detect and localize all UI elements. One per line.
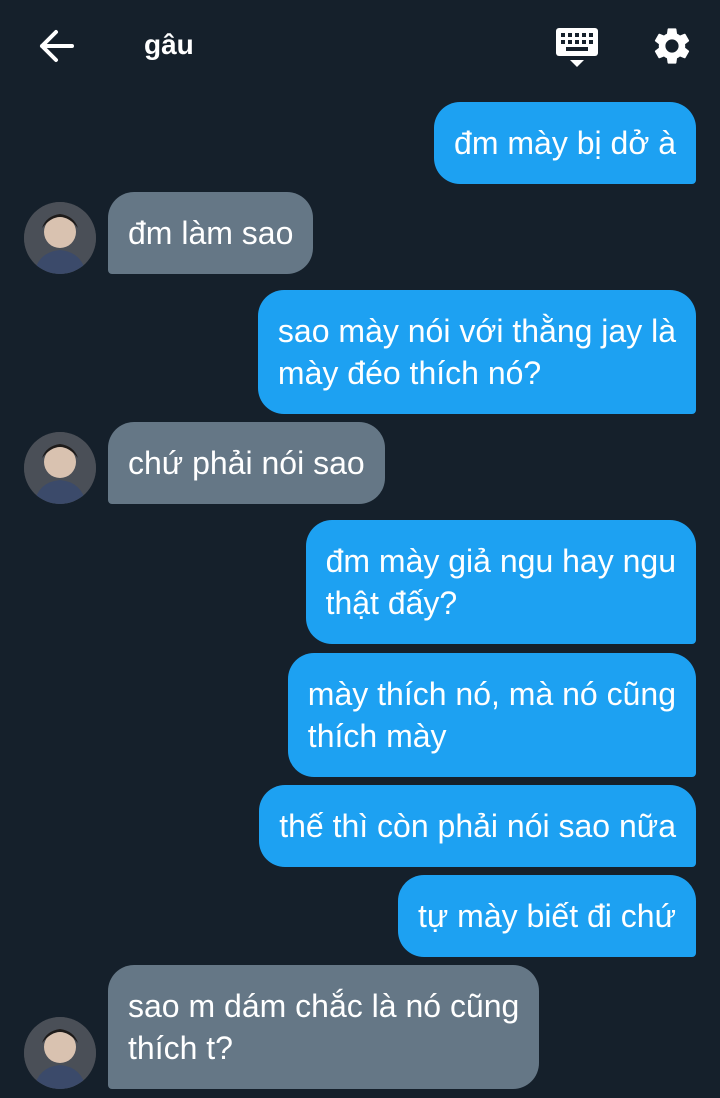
avatar-image (24, 432, 96, 504)
message-text: đm làm sao (128, 215, 294, 251)
outgoing-message[interactable]: đm mày bị dở à (434, 102, 696, 184)
conversation-title: gâu (144, 29, 194, 60)
incoming-message[interactable]: chứ phải nói sao (108, 422, 385, 504)
avatar[interactable] (24, 432, 96, 504)
avatar[interactable] (24, 1017, 96, 1089)
message-text-line: mày đéo thích nó? (277, 355, 542, 391)
message-text: đm mày bị dở à (454, 125, 676, 161)
message-text-line: sao mày nói với thằng jay là (277, 313, 676, 349)
outgoing-message[interactable]: mày thích nó, mà nó cũng thích mày (287, 653, 696, 777)
message-text-line: mày thích nó, mà nó cũng (307, 676, 676, 712)
back-button[interactable] (34, 26, 78, 66)
avatar-image (24, 1017, 96, 1089)
incoming-message[interactable]: sao m dám chắc là nó cũng thích t? (108, 965, 540, 1089)
arrow-left-icon (40, 30, 74, 62)
settings-button[interactable] (650, 24, 694, 68)
message-text-line: thích t? (128, 1030, 233, 1066)
gear-icon (654, 28, 690, 64)
message-text-line: thích mày (307, 718, 447, 754)
message-text-line: thật đấy? (325, 585, 458, 621)
outgoing-message[interactable]: thế thì còn phải nói sao nữa (259, 785, 696, 867)
incoming-message[interactable]: đm làm sao (108, 192, 314, 274)
outgoing-message[interactable]: tự mày biết đi chứ (397, 875, 696, 957)
message-text-line: sao m dám chắc là nó cũng (128, 988, 520, 1024)
avatar-image (24, 202, 96, 274)
outgoing-message[interactable]: sao mày nói với thằng jay là mày đéo thí… (257, 290, 696, 414)
outgoing-message[interactable]: đm mày giả ngu hay ngu thật đấy? (305, 520, 696, 644)
message-text-line: đm mày giả ngu hay ngu (325, 543, 676, 579)
message-text: thế thì còn phải nói sao nữa (279, 808, 676, 844)
keyboard-icon (556, 28, 598, 67)
avatar[interactable] (24, 202, 96, 274)
keyboard-button[interactable] (554, 26, 600, 70)
message-text: chứ phải nói sao (128, 445, 365, 481)
conversation-header: gâu (0, 0, 720, 92)
message-text: tự mày biết đi chứ (417, 898, 676, 934)
